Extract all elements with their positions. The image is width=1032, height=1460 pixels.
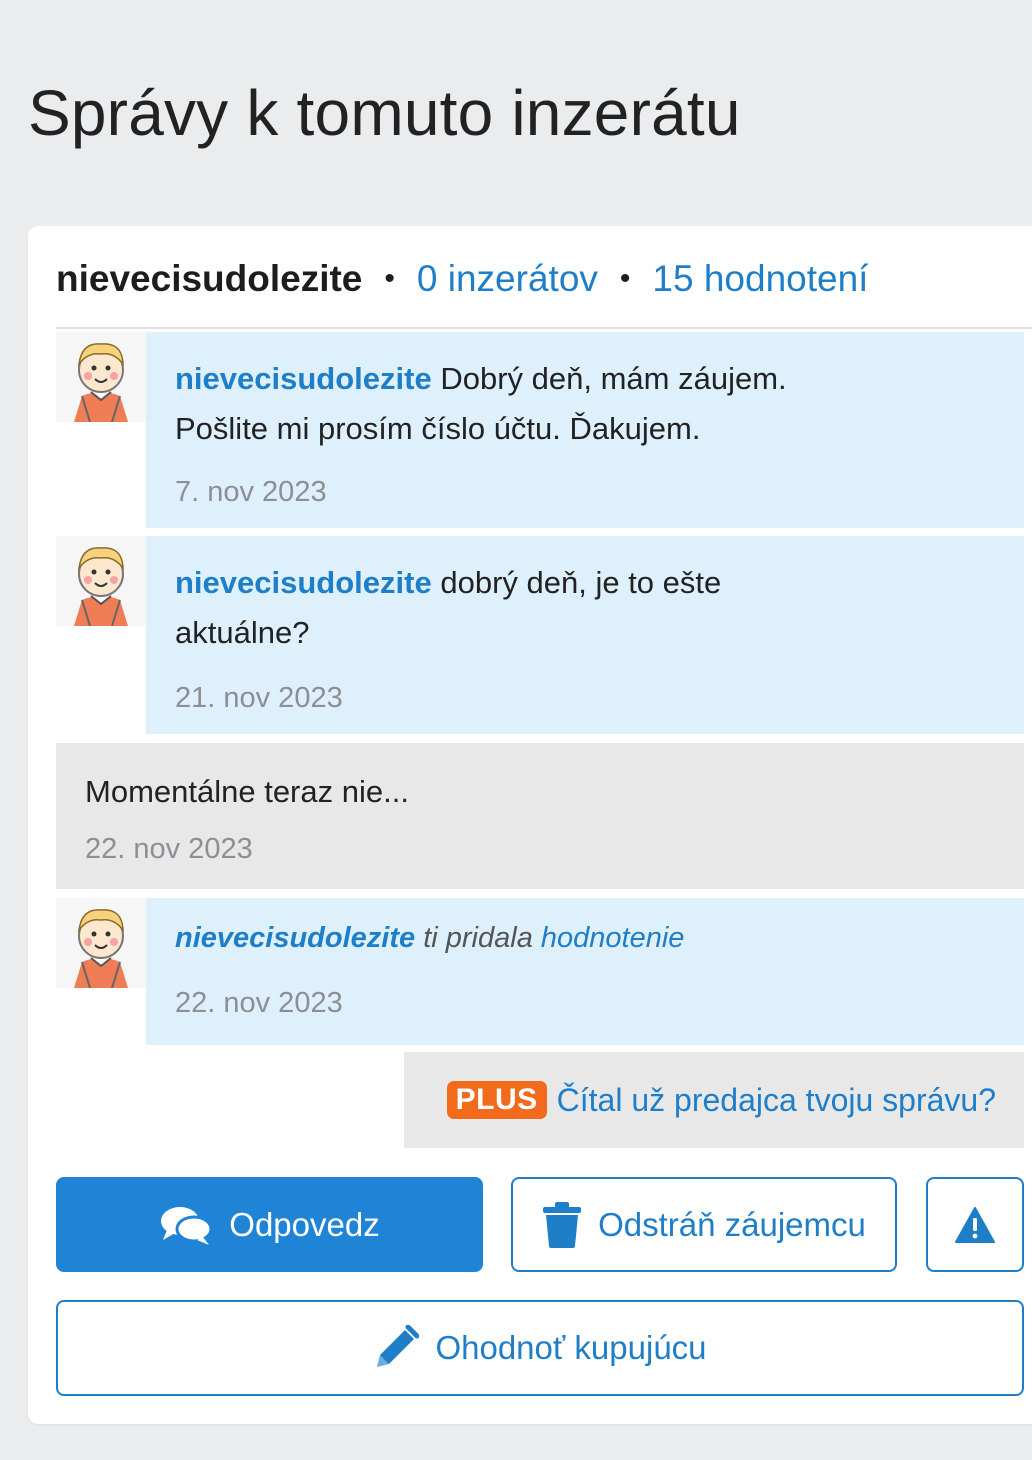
message-text: nievecisudolezite dobrý deň, je to ešte … xyxy=(175,558,775,658)
message-date: 22. nov 2023 xyxy=(175,987,343,1019)
message-date: 21. nov 2023 xyxy=(175,682,343,714)
message-text: nievecisudolezite Dobrý deň, mám záujem.… xyxy=(175,354,855,454)
event-body: ti pridala xyxy=(423,922,533,954)
event-author[interactable]: nievecisudolezite xyxy=(175,922,415,954)
event-text: nievecisudolezite ti pridala hodnotenie xyxy=(175,922,684,955)
message-bubble: nievecisudolezite Dobrý deň, mám záujem.… xyxy=(146,332,1024,528)
header-username[interactable]: nievecisudolezite xyxy=(56,258,362,300)
rate-button-label: Ohodnoť kupujúcu xyxy=(435,1329,707,1366)
reply-button-label: Odpovedz xyxy=(229,1205,380,1243)
trash-icon xyxy=(543,1201,582,1248)
ratings-count-link[interactable]: 15 hodnotení xyxy=(652,258,868,300)
message-body: Momentálne teraz nie... xyxy=(85,774,409,809)
avatar[interactable] xyxy=(56,898,146,989)
remove-button-label: Odstráň záujemcu xyxy=(598,1205,866,1243)
header-separator: • xyxy=(619,262,631,295)
pencil-icon xyxy=(377,1325,420,1367)
message-author[interactable]: nievecisudolezite xyxy=(175,565,432,600)
reply-button[interactable]: Odpovedz xyxy=(56,1177,483,1272)
header-divider xyxy=(56,327,1032,329)
own-message-bubble: Momentálne teraz nie... 22. nov 2023 xyxy=(56,743,1024,889)
remove-interested-button[interactable]: Odstráň záujemcu xyxy=(511,1177,897,1272)
ads-count-link[interactable]: 0 inzerátov xyxy=(417,258,598,300)
rating-link[interactable]: hodnotenie xyxy=(541,922,685,954)
message-date: 22. nov 2023 xyxy=(85,833,253,865)
plus-badge: PLUS xyxy=(446,1081,547,1119)
message-bubble: nievecisudolezite dobrý deň, je to ešte … xyxy=(146,536,1024,734)
conversation-card: nievecisudolezite • 0 inzerátov • 15 hod… xyxy=(28,226,1032,1424)
avatar[interactable] xyxy=(56,536,146,627)
warning-icon xyxy=(955,1206,995,1243)
report-button[interactable] xyxy=(926,1177,1024,1272)
read-receipt-link[interactable]: Čítal už predajca tvoju správu? xyxy=(557,1082,996,1119)
conversation-header: nievecisudolezite • 0 inzerátov • 15 hod… xyxy=(56,256,868,302)
header-separator: • xyxy=(384,262,395,295)
plus-read-receipt-promo[interactable]: PLUS Čítal už predajca tvoju správu? xyxy=(404,1052,1024,1148)
chat-bubbles-icon xyxy=(161,1206,213,1245)
message-author[interactable]: nievecisudolezite xyxy=(175,361,432,396)
message-date: 7. nov 2023 xyxy=(175,476,327,508)
page-title: Správy k tomuto inzerátu xyxy=(28,77,741,149)
event-bubble: nievecisudolezite ti pridala hodnotenie … xyxy=(146,898,1024,1045)
rate-buyer-button[interactable]: Ohodnoť kupujúcu xyxy=(56,1300,1024,1396)
avatar[interactable] xyxy=(56,332,146,423)
